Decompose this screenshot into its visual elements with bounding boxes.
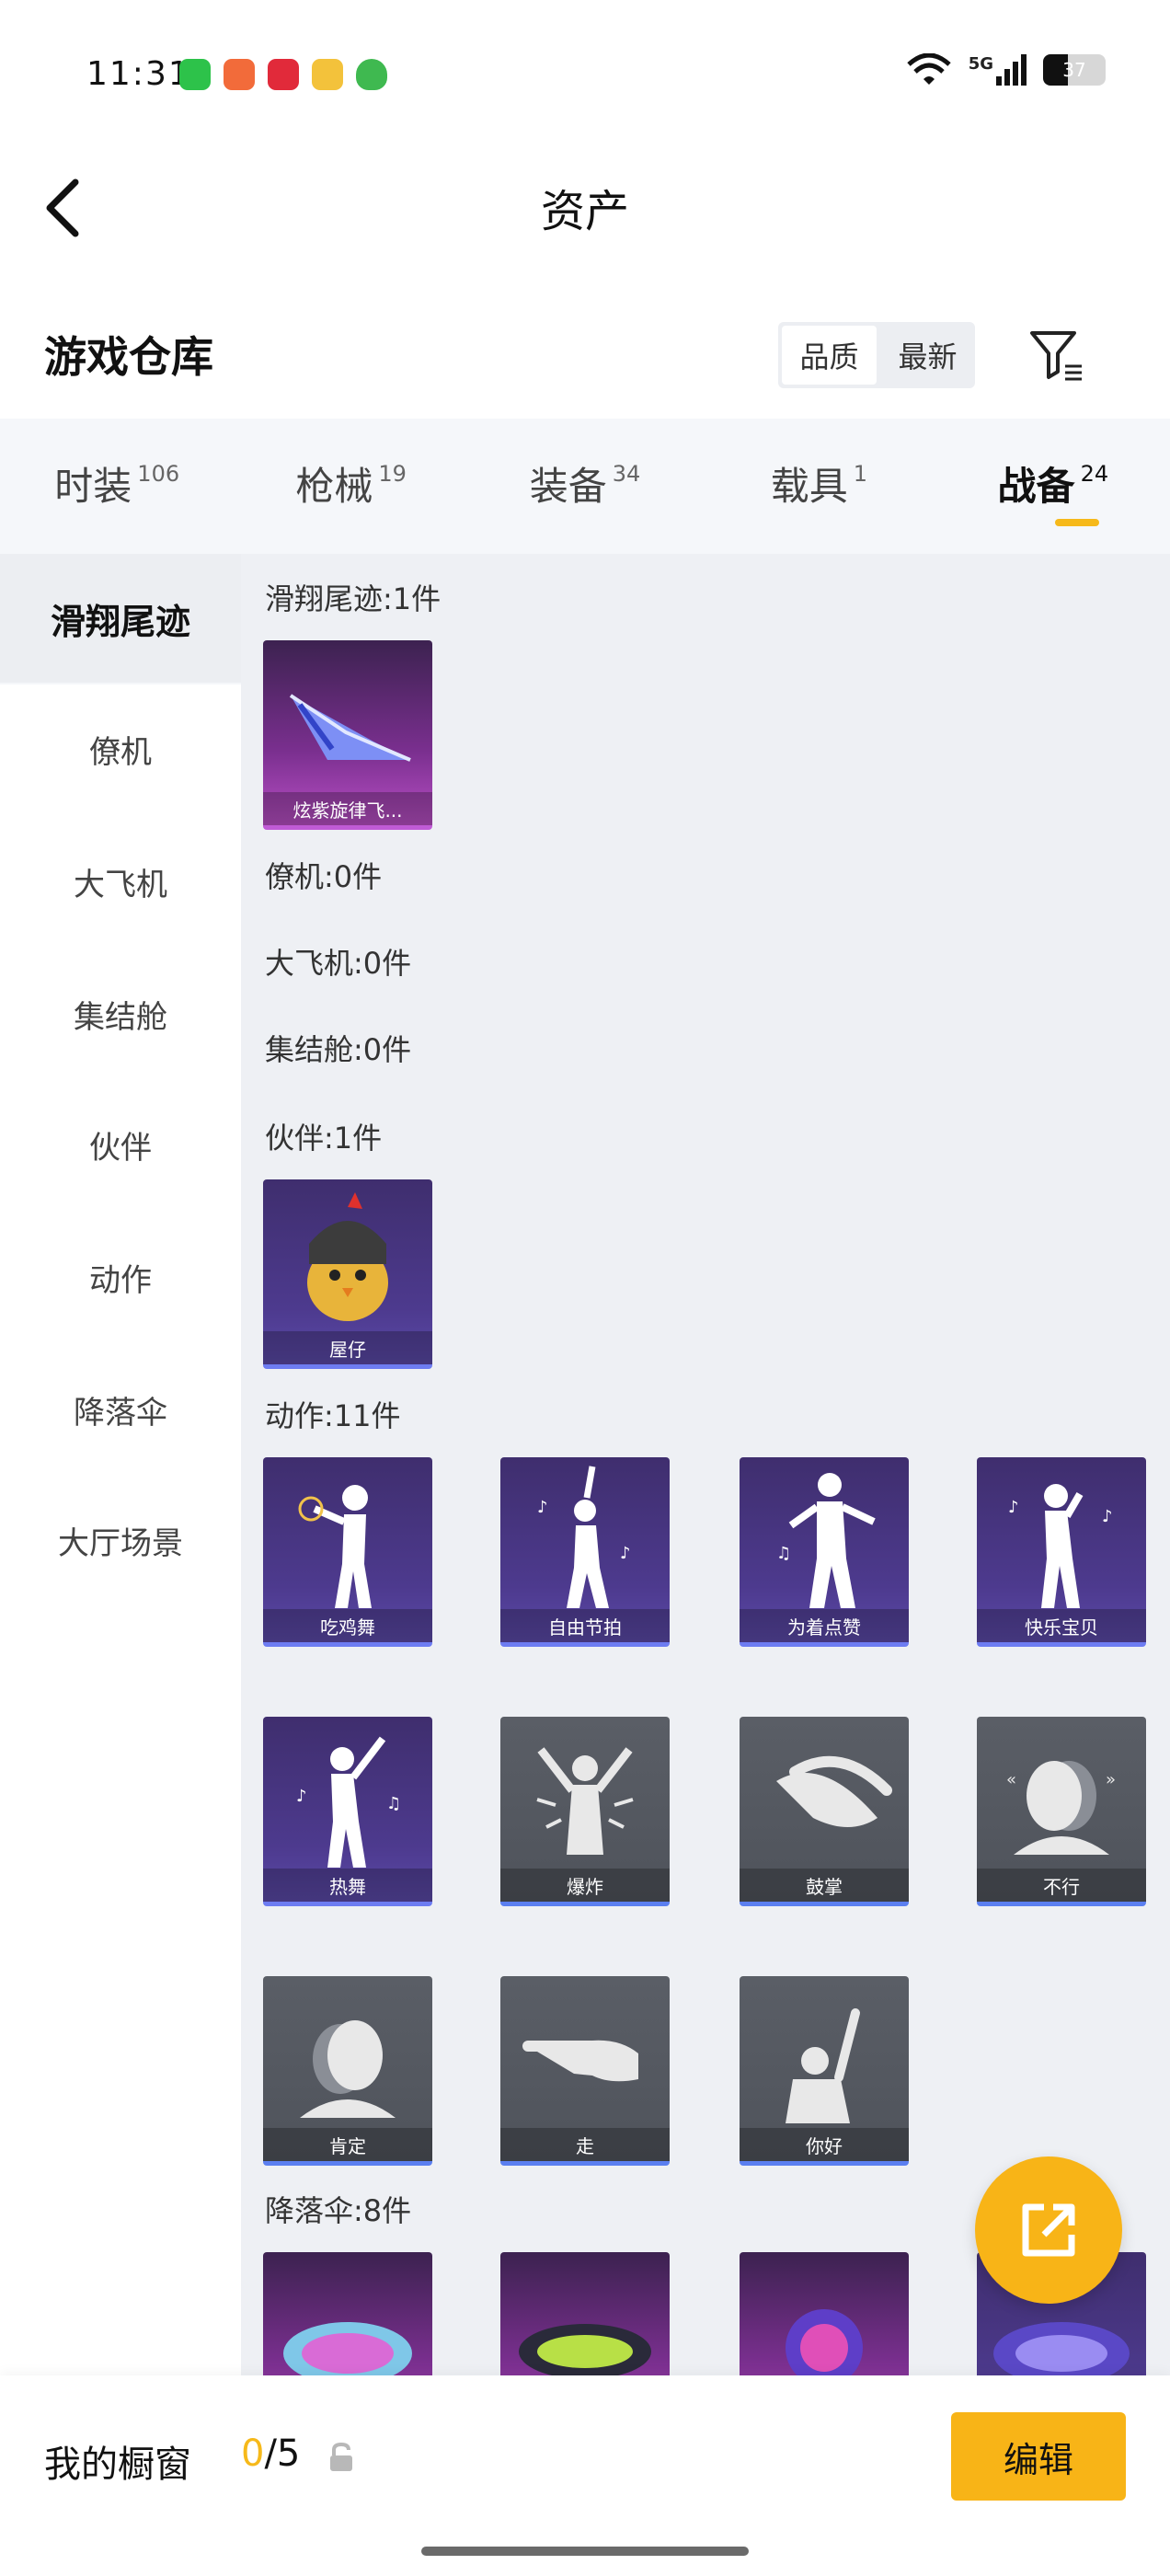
status-bar: 11:31 5G 37 [0,0,1170,147]
external-link-icon [1022,2203,1075,2257]
category-tabs: 时装 106 枪械 19 装备 34 载具 1 战备 24 [0,419,1170,554]
sidebar-item-wingman[interactable]: 僚机 [0,684,241,813]
item-card-trail[interactable]: 炫紫旋律飞... [263,640,432,830]
section-label-emote: 动作:11件 [265,1398,401,1433]
status-app-icons [179,59,387,90]
dancer-icon: ♪ ♫ [296,1736,401,1868]
item-card-emote[interactable]: ♪ ♪ 自由节拍 [500,1457,670,1647]
home-indicator[interactable] [421,2547,749,2556]
signal-icon: 5G [969,54,1027,86]
tab-vehicles[interactable]: 载具 1 [702,419,935,554]
sidebar-item-trail[interactable]: 滑翔尾迹 [0,554,241,683]
svg-text:♫: ♫ [386,1794,401,1813]
item-card-emote[interactable]: 走 [500,1976,670,2166]
item-card-emote[interactable]: ♪ ♪ 快乐宝贝 [977,1457,1146,1647]
item-card-emote[interactable]: 鼓掌 [740,1717,909,1906]
filter-icon [1030,331,1082,381]
item-card-partner[interactable]: 屋仔 [263,1179,432,1369]
svg-text:♪: ♪ [1008,1498,1019,1517]
shield-icon [356,59,387,90]
glider-icon [289,694,411,762]
sort-toggle: 品质 最新 [778,322,975,388]
sort-quality-button[interactable]: 品质 [782,326,877,385]
svg-text:♪: ♪ [1102,1507,1113,1526]
status-time: 11:31 [86,55,191,93]
header: 资产 [0,147,1170,267]
item-card-emote[interactable]: 肯定 [263,1976,432,2166]
game-icon [224,59,255,90]
section-label-trail: 滑翔尾迹:1件 [265,581,442,616]
wifi-icon [907,53,951,85]
item-card-emote[interactable]: « » 不行 [977,1717,1146,1906]
tab-equipment[interactable]: 装备 34 [468,419,702,554]
svg-text:♫: ♫ [776,1544,791,1563]
xiaohongshu-icon [268,59,299,90]
status-indicators: 5G 37 [906,53,1106,86]
dancer-icon [298,1485,372,1608]
tab-battle-gear[interactable]: 战备 24 [936,419,1170,554]
svg-text:»: » [1106,1770,1116,1789]
page-title: 资产 [540,186,629,237]
wechat-icon [179,59,211,90]
item-card-parachute[interactable] [263,2252,432,2375]
wave-icon [786,2008,860,2123]
item-card-emote[interactable]: ♫ 为着点赞 [740,1457,909,1647]
warehouse-row: 游戏仓库 品质 最新 [0,304,1170,405]
sidebar: 滑翔尾迹 僚机 大飞机 集结舱 伙伴 动作 降落伞 大厅场景 [0,554,241,2377]
tab-fashion[interactable]: 时装 106 [0,419,234,554]
section-label-plane: 大飞机:0件 [265,946,412,981]
parachute-icon [786,2309,863,2375]
head-shake-icon: « » [1006,1761,1116,1855]
sort-newest-button[interactable]: 最新 [880,322,975,388]
dancer-icon: ♫ [776,1473,876,1608]
lock-icon [330,2442,352,2471]
svg-text:«: « [1006,1770,1016,1789]
parachute-icon [519,2324,651,2375]
sidebar-item-partner[interactable]: 伙伴 [0,1080,241,1209]
section-label-wingman: 僚机:0件 [265,859,383,894]
svg-text:♪: ♪ [620,1544,631,1563]
bottom-bar: 我的橱窗 0/5 编辑 [0,2375,1170,2576]
sidebar-item-plane[interactable]: 大飞机 [0,817,241,946]
parachute-icon [283,2322,412,2375]
svg-text:♪: ♪ [296,1787,307,1806]
item-card-emote[interactable]: 吃鸡舞 [263,1457,432,1647]
showcase-count: 0/5 [241,2432,301,2475]
item-card-parachute[interactable] [740,2252,909,2375]
sidebar-item-parachute[interactable]: 降落伞 [0,1345,241,1474]
item-card-emote[interactable]: 爆炸 [500,1717,670,1906]
showcase-label: 我的橱窗 [44,2444,191,2486]
item-card-emote[interactable]: 你好 [740,1976,909,2166]
battery-icon: 37 [1043,54,1106,86]
item-card-emote[interactable]: ♪ ♫ 热舞 [263,1717,432,1906]
item-list: 滑翔尾迹:1件 炫紫旋律飞... 僚机:0件 大飞机:0件 集结舱:0件 伙伴:… [241,554,1170,2375]
dancer-icon: ♪ ♪ [537,1466,631,1608]
dancer-icon: ♪ ♪ [1008,1484,1113,1608]
sidebar-item-emote[interactable]: 动作 [0,1213,241,1341]
share-button[interactable] [975,2156,1122,2304]
active-tab-indicator [1054,519,1099,526]
section-label-pod: 集结舱:0件 [265,1032,412,1067]
clap-icon [776,1755,892,1827]
nod-icon [300,2020,396,2118]
section-label-parachute: 降落伞:8件 [265,2193,412,2228]
tab-weapons[interactable]: 枪械 19 [234,419,467,554]
section-label-partner: 伙伴:1件 [265,1121,383,1156]
chick-mascot-icon [307,1192,388,1321]
sidebar-item-lobby-scene[interactable]: 大厅场景 [0,1476,241,1604]
explosion-pose-icon [536,1747,634,1855]
svg-text:♪: ♪ [537,1498,548,1517]
warehouse-title: 游戏仓库 [44,332,213,382]
item-card-parachute[interactable] [500,2252,670,2375]
play-icon [312,59,343,90]
pointing-hand-icon [522,2040,638,2082]
filter-button[interactable] [1027,326,1085,385]
edit-button[interactable]: 编辑 [951,2412,1126,2501]
sidebar-item-pod[interactable]: 集结舱 [0,949,241,1078]
